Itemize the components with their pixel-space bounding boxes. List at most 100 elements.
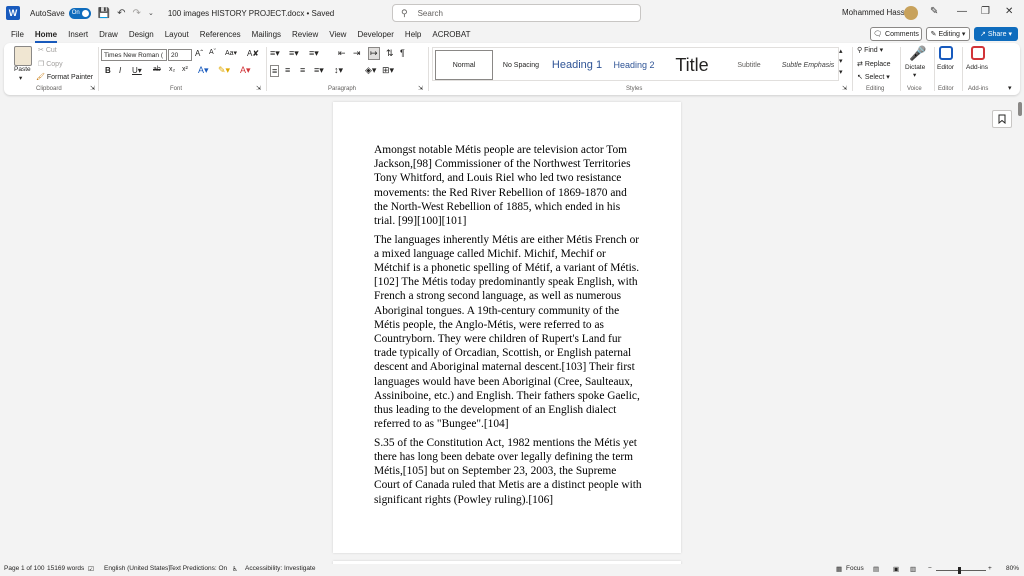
style-heading-2[interactable]: Heading 2 <box>605 50 663 80</box>
zoom-slider[interactable] <box>936 570 986 571</box>
sort-icon[interactable]: ⇅ <box>386 48 394 59</box>
styles-scroll-down-icon[interactable]: ▾ <box>839 57 843 65</box>
line-spacing-icon[interactable]: ↕▾ <box>334 65 343 76</box>
paragraph[interactable]: Amongst notable Métis people are televis… <box>374 143 642 228</box>
text-effects-icon[interactable]: A▾ <box>198 65 209 76</box>
highlight-icon[interactable]: ✎▾ <box>218 65 230 76</box>
search-input[interactable]: ⚲ Search <box>392 4 641 22</box>
editing-mode-button[interactable]: ✎ Editing ▾ <box>926 27 970 41</box>
format-painter-button[interactable]: 🖌 Format Painter <box>36 73 93 82</box>
addins-button[interactable]: Add-ins <box>966 64 988 71</box>
tab-file[interactable]: File <box>11 30 24 39</box>
language[interactable]: English (United States) <box>104 565 170 572</box>
web-layout-icon[interactable]: ▥ <box>910 565 916 573</box>
document-body[interactable]: Amongst notable Métis people are televis… <box>374 143 642 511</box>
accessibility-status[interactable]: Accessibility: Investigate <box>245 565 315 572</box>
style-normal[interactable]: Normal <box>435 50 493 80</box>
style-heading-1[interactable]: Heading 1 <box>549 50 605 80</box>
page-count[interactable]: Page 1 of 100 <box>4 565 44 572</box>
decrease-indent-icon[interactable]: ⇤ <box>338 48 346 59</box>
addins-icon[interactable] <box>971 46 985 60</box>
dictate-chevron-icon[interactable]: ▾ <box>913 71 916 79</box>
paragraph[interactable]: The languages inherently Métis are eithe… <box>374 233 642 432</box>
change-case-icon[interactable]: Aa▾ <box>225 49 237 57</box>
dictate-button[interactable]: Dictate <box>905 64 925 71</box>
align-right-icon[interactable]: ≡ <box>300 65 305 75</box>
paste-chevron-icon[interactable]: ▾ <box>19 74 22 82</box>
bold-icon[interactable]: B <box>105 66 111 75</box>
replace-button[interactable]: ⇄ Replace <box>857 60 891 69</box>
align-center-icon[interactable]: ≡ <box>285 65 290 75</box>
style-no-spacing[interactable]: No Spacing <box>493 50 549 80</box>
numbering-icon[interactable]: ≡▾ <box>289 48 299 59</box>
borders-icon[interactable]: ⊞▾ <box>382 65 394 76</box>
microphone-icon[interactable]: 🎤 <box>909 45 926 62</box>
font-size-select[interactable]: 20 <box>168 49 192 61</box>
text-predictions[interactable]: Text Predictions: On <box>169 565 227 572</box>
save-icon[interactable]: 💾 <box>98 8 110 19</box>
italic-icon[interactable]: I <box>119 66 121 75</box>
style-subtle-emphasis[interactable]: Subtle Emphasis <box>777 50 839 80</box>
tab-developer[interactable]: Developer <box>357 30 393 39</box>
customize-chevron-icon[interactable]: ⌄ <box>148 9 154 17</box>
proofing-icon[interactable]: ☑ <box>88 565 94 573</box>
tab-insert[interactable]: Insert <box>68 30 88 39</box>
zoom-slider-thumb[interactable] <box>958 567 961 574</box>
tab-view[interactable]: View <box>329 30 346 39</box>
document-title[interactable]: 100 images HISTORY PROJECT.docx • Saved <box>168 9 334 18</box>
pilcrow-icon[interactable]: ¶ <box>400 48 405 58</box>
paragraph-launcher-icon[interactable]: ⇲ <box>418 85 423 92</box>
paste-button[interactable]: Paste <box>14 66 31 73</box>
collapse-ribbon-icon[interactable]: ▾ <box>1008 84 1012 92</box>
tab-mailings[interactable]: Mailings <box>252 30 281 39</box>
undo-icon[interactable]: ↶ <box>117 8 125 19</box>
print-layout-icon[interactable]: ▣ <box>893 565 899 573</box>
zoom-in-icon[interactable]: + <box>988 565 992 572</box>
ltr-direction-icon[interactable]: ↦ <box>368 47 380 60</box>
pen-icon[interactable]: ✎ <box>930 6 938 17</box>
tab-review[interactable]: Review <box>292 30 318 39</box>
styles-launcher-icon[interactable]: ⇲ <box>842 85 847 92</box>
tab-draw[interactable]: Draw <box>99 30 118 39</box>
zoom-level[interactable]: 80% <box>1006 565 1019 572</box>
strikethrough-icon[interactable]: ab <box>153 66 161 73</box>
tab-references[interactable]: References <box>200 30 241 39</box>
style-subtitle[interactable]: Subtitle <box>721 50 777 80</box>
tab-help[interactable]: Help <box>405 30 421 39</box>
multilevel-list-icon[interactable]: ≡▾ <box>309 48 319 59</box>
underline-icon[interactable]: U▾ <box>132 66 142 75</box>
tab-home[interactable]: Home <box>34 30 58 43</box>
zoom-out-icon[interactable]: − <box>928 565 932 572</box>
autosave-toggle[interactable]: On <box>68 7 91 19</box>
focus-icon[interactable]: ▦ <box>836 565 842 573</box>
styles-scroll-up-icon[interactable]: ▴ <box>839 47 843 55</box>
read-mode-icon[interactable]: ▤ <box>873 565 879 573</box>
focus-button[interactable]: Focus <box>846 565 864 572</box>
tab-acrobat[interactable]: ACROBAT <box>432 30 470 39</box>
user-name[interactable]: Mohammed Hassbo <box>842 8 914 17</box>
find-button[interactable]: ⚲ Find ▾ <box>857 46 883 55</box>
align-left-icon[interactable]: ≡ <box>270 65 280 77</box>
styles-more-icon[interactable]: ▾ <box>839 68 843 76</box>
subscript-icon[interactable]: x₂ <box>169 66 175 73</box>
clear-formatting-icon[interactable]: A✘ <box>247 49 259 58</box>
avatar[interactable] <box>904 6 918 20</box>
redo-icon[interactable]: ↷ <box>133 8 141 19</box>
shading-icon[interactable]: ◈▾ <box>365 65 376 76</box>
bookmark-icon[interactable] <box>992 110 1012 128</box>
style-title[interactable]: Title <box>663 50 721 80</box>
minimize-icon[interactable]: — <box>957 6 967 17</box>
tab-layout[interactable]: Layout <box>165 30 189 39</box>
document-page[interactable]: Amongst notable Métis people are televis… <box>333 102 681 553</box>
superscript-icon[interactable]: x² <box>182 66 188 73</box>
font-launcher-icon[interactable]: ⇲ <box>256 85 261 92</box>
vertical-scrollbar[interactable] <box>1016 96 1024 564</box>
increase-indent-icon[interactable]: ⇥ <box>353 48 361 59</box>
justify-icon[interactable]: ≡▾ <box>314 65 324 76</box>
tab-design[interactable]: Design <box>129 30 154 39</box>
copy-button[interactable]: ❐ Copy <box>38 60 63 69</box>
editor-button[interactable]: Editor <box>937 64 954 71</box>
paste-icon[interactable] <box>14 46 32 66</box>
font-name-select[interactable]: Times New Roman ( <box>101 49 167 61</box>
font-color-icon[interactable]: A▾ <box>240 65 251 76</box>
